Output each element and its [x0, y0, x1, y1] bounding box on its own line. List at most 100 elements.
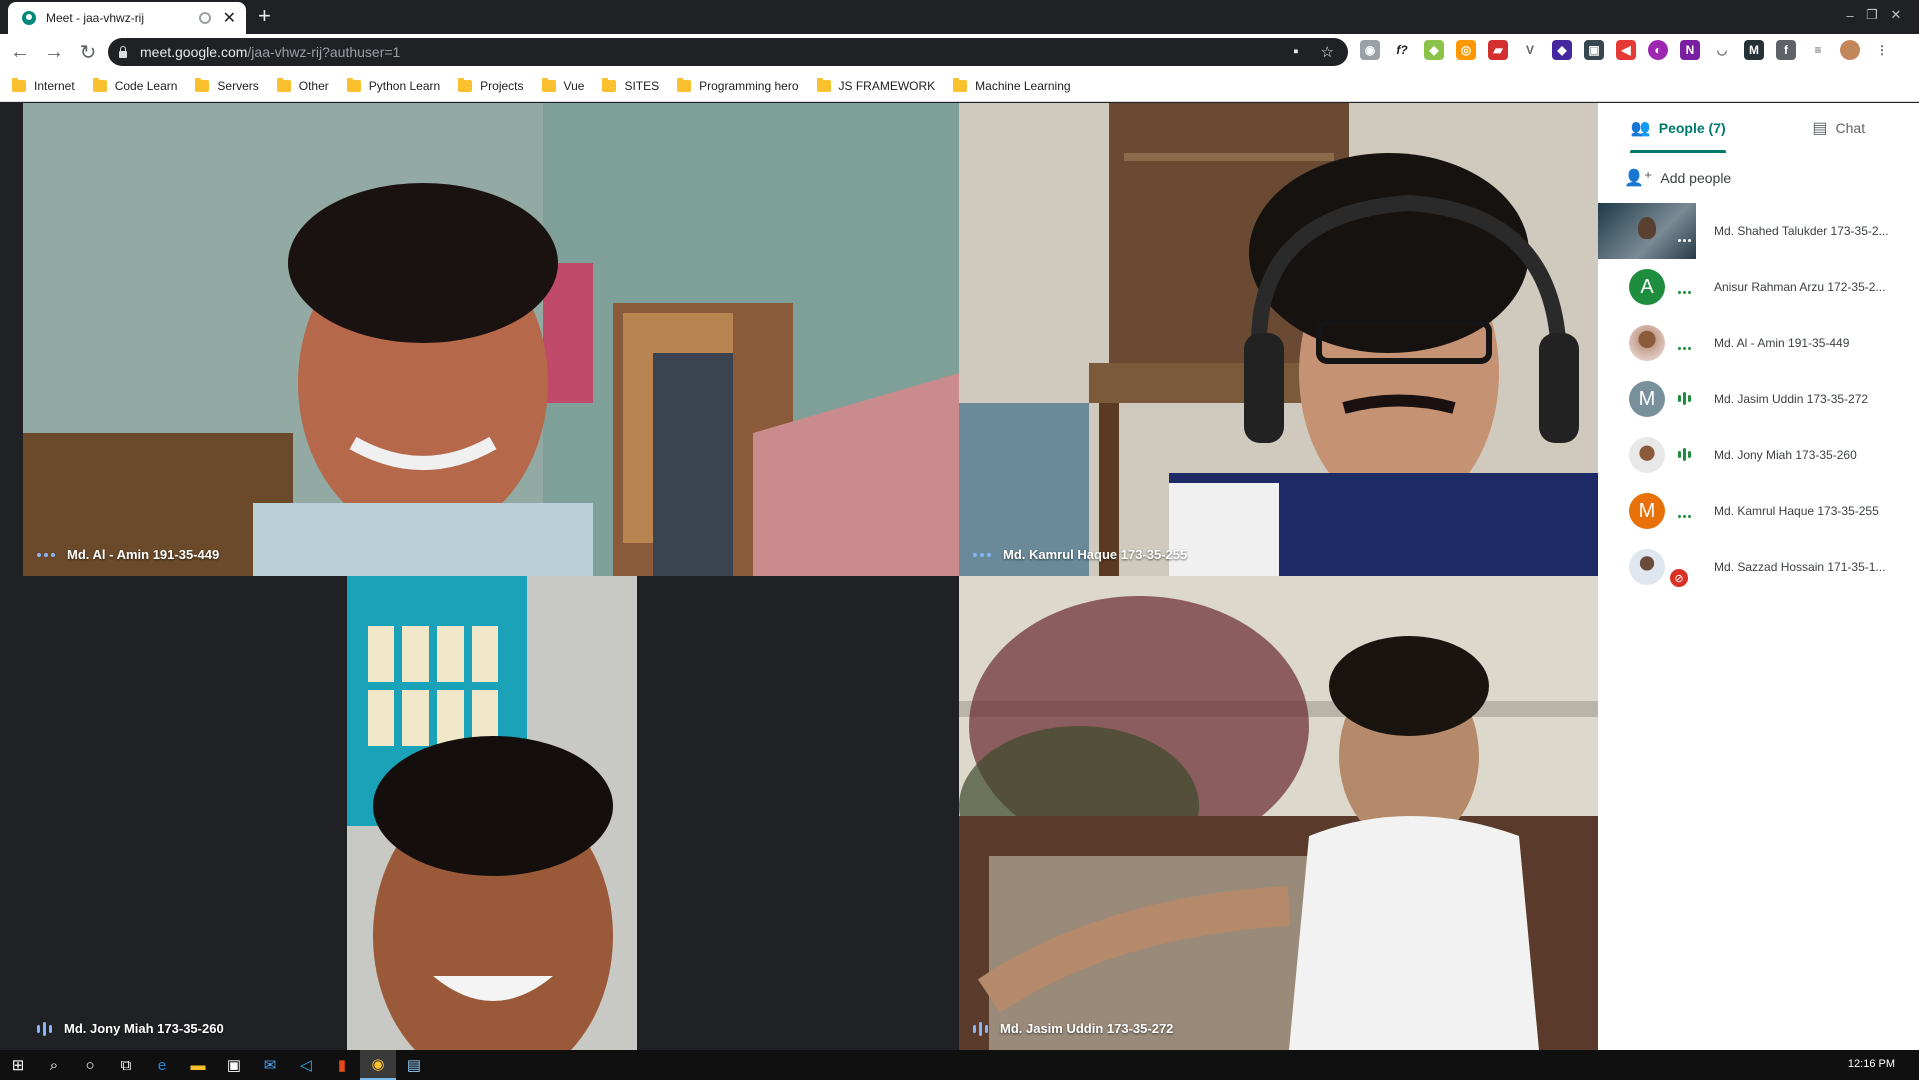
notepad-icon[interactable]: ▤ — [396, 1050, 432, 1080]
folder-icon — [458, 77, 473, 92]
participant-name: Md. Jasim Uddin 173-35-272 — [1000, 1021, 1174, 1036]
video-tile[interactable]: Md. Al - Amin 191-35-449 — [23, 103, 959, 576]
video-tile[interactable]: Md. Kamrul Haque 173-35-255 — [959, 103, 1598, 576]
folder-icon — [602, 77, 617, 92]
task-view-icon[interactable]: ⧉ — [108, 1050, 144, 1080]
bookmark-machine-learning[interactable]: Machine Learning — [953, 77, 1071, 93]
extension-green-icon[interactable]: ◆ — [1424, 40, 1444, 60]
extension-box-icon[interactable]: ▣ — [1584, 40, 1604, 60]
browser-toolbar: ← → ↻ meet.google.com /jaa-vhwz-rij?auth… — [0, 34, 1919, 70]
search-icon[interactable]: ⌕ — [36, 1050, 72, 1080]
tab-people[interactable]: 👥 People (7) — [1598, 103, 1759, 153]
facebook-extension-icon[interactable]: f — [1776, 40, 1796, 60]
participant-name: Md. Kamrul Haque 173-35-255 — [1003, 547, 1188, 562]
list-item[interactable]: ⊘ Md. Sazzad Hossain 171-35-1... — [1598, 539, 1919, 595]
profile-avatar[interactable] — [1840, 40, 1860, 60]
participant-video-feed — [347, 576, 637, 1050]
status-dots-icon — [1678, 515, 1691, 518]
reading-list-icon[interactable]: ≡ — [1808, 40, 1828, 60]
list-item[interactable]: Md. Al - Amin 191-35-449 — [1598, 315, 1919, 371]
vuejs-devtools-icon[interactable]: V — [1520, 40, 1540, 60]
participant-name: Md. Al - Amin 191-35-449 — [1714, 336, 1850, 350]
folder-icon — [276, 77, 291, 92]
store-icon[interactable]: ▣ — [216, 1050, 252, 1080]
folder-icon — [346, 77, 361, 92]
bookmark-python-learn[interactable]: Python Learn — [346, 77, 440, 93]
bookmark-vue[interactable]: Vue — [541, 77, 584, 93]
bookmark-star-icon[interactable]: ☆ — [1321, 43, 1334, 61]
folder-icon — [953, 77, 968, 92]
folder-icon — [816, 77, 831, 92]
list-item[interactable]: M Md. Jasim Uddin 173-35-272 — [1598, 371, 1919, 427]
bookmark-programming-hero[interactable]: Programming hero — [677, 77, 799, 93]
browser-tab-meet[interactable]: Meet - jaa-vhwz-rij ✕ — [8, 2, 246, 34]
video-tile[interactable]: Md. Jasim Uddin 173-35-272 — [959, 576, 1598, 1050]
taskbar-clock[interactable]: 12:16 PM — [1848, 1058, 1895, 1070]
extension-purple-icon[interactable]: ◆ — [1552, 40, 1572, 60]
add-people-button[interactable]: 👤⁺ Add people — [1598, 153, 1919, 203]
reload-button[interactable]: ↻ — [74, 38, 102, 66]
extension-m-icon[interactable]: M — [1744, 40, 1764, 60]
bookmark-projects[interactable]: Projects — [458, 77, 524, 93]
tile-nameplate: Md. Al - Amin 191-35-449 — [37, 547, 219, 562]
windows-start-icon[interactable]: ⊞ — [0, 1050, 36, 1080]
meet-favicon-icon — [22, 11, 36, 25]
participant-name: Anisur Rahman Arzu 172-35-2... — [1714, 280, 1886, 294]
avatar: A — [1598, 259, 1696, 315]
close-window-button[interactable]: ✕ — [1873, 0, 1919, 30]
onenote-extension-icon[interactable]: N — [1680, 40, 1700, 60]
folder-icon — [12, 77, 26, 92]
speaking-dots-icon — [37, 552, 55, 557]
bookmark-other[interactable]: Other — [276, 77, 329, 93]
back-button[interactable]: ← — [6, 38, 34, 66]
address-bar[interactable]: meet.google.com /jaa-vhwz-rij?authuser=1… — [108, 38, 1348, 66]
status-dots-icon — [1678, 239, 1691, 242]
bookmark-servers[interactable]: Servers — [195, 77, 259, 93]
mail-icon[interactable]: ✉ — [252, 1050, 288, 1080]
participant-video-feed — [959, 103, 1598, 576]
new-tab-button[interactable]: + — [258, 5, 271, 27]
camera-in-use-icon[interactable]: ▪ — [1293, 43, 1298, 61]
chrome-icon[interactable]: ◉ — [360, 1050, 396, 1080]
bookmark-code-learn[interactable]: Code Learn — [92, 77, 177, 93]
file-explorer-icon[interactable]: ▬ — [180, 1050, 216, 1080]
screenshot-extension-icon[interactable]: ◉ — [1360, 40, 1380, 60]
lock-icon[interactable] — [118, 46, 128, 58]
list-item[interactable]: A Anisur Rahman Arzu 172-35-2... — [1598, 259, 1919, 315]
office-icon[interactable]: ▮ — [324, 1050, 360, 1080]
list-item[interactable]: M Md. Kamrul Haque 173-35-255 — [1598, 483, 1919, 539]
cortana-icon[interactable]: ○ — [72, 1050, 108, 1080]
list-item[interactable]: Md. Shahed Talukder 173-35-2... — [1598, 203, 1919, 259]
pocket-extension-icon[interactable]: ◡ — [1712, 40, 1732, 60]
active-tab-indicator — [1630, 150, 1726, 153]
participant-photo — [1629, 437, 1665, 473]
bookmark-js-framework[interactable]: JS FRAMEWORK — [816, 77, 935, 93]
url-host: meet.google.com — [140, 44, 248, 60]
participant-name: Md. Al - Amin 191-35-449 — [67, 547, 220, 562]
bookmark-sites[interactable]: SITES — [602, 77, 659, 93]
tab-chat[interactable]: ▤ Chat — [1759, 103, 1919, 153]
list-item[interactable]: Md. Jony Miah 173-35-260 — [1598, 427, 1919, 483]
browser-menu-icon[interactable]: ⋮ — [1872, 40, 1892, 60]
participant-video-thumbnail — [1598, 203, 1696, 259]
avatar — [1598, 203, 1696, 259]
megaphone-extension-icon[interactable]: ◀ — [1616, 40, 1636, 60]
url-path: /jaa-vhwz-rij?authuser=1 — [247, 44, 401, 60]
close-tab-icon[interactable]: ✕ — [223, 8, 236, 28]
folder-icon — [195, 77, 210, 92]
formula-extension-icon[interactable]: f? — [1392, 40, 1412, 60]
participant-name: Md. Jony Miah 173-35-260 — [64, 1021, 224, 1036]
edge-browser-icon[interactable]: e — [144, 1050, 180, 1080]
bookmark-internet[interactable]: Internet — [12, 77, 75, 93]
extension-red-icon[interactable]: ▰ — [1488, 40, 1508, 60]
forward-button[interactable]: → — [40, 38, 68, 66]
people-panel: 👥 People (7) ▤ Chat 👤⁺ Add people Md. Sh… — [1598, 103, 1919, 1050]
participant-photo — [1629, 325, 1665, 361]
vscode-icon[interactable]: ◁ — [288, 1050, 324, 1080]
video-tile[interactable]: Md. Jony Miah 173-35-260 — [23, 576, 959, 1050]
bookmarks-bar: Internet Code Learn Servers Other Python… — [0, 70, 1919, 102]
folder-icon — [92, 77, 107, 92]
panel-tabs: 👥 People (7) ▤ Chat — [1598, 103, 1919, 153]
extension-orange-icon[interactable]: ◎ — [1456, 40, 1476, 60]
extension-circle-icon[interactable]: ◐ — [1648, 40, 1668, 60]
